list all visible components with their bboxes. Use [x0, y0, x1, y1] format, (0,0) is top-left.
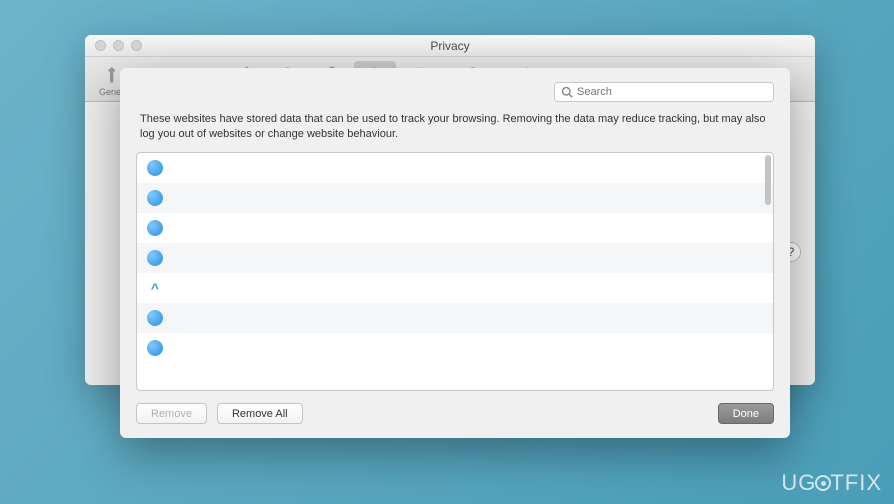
button-row: Remove Remove All Done [136, 403, 774, 424]
website-data-sheet: These websites have stored data that can… [120, 68, 790, 438]
globe-icon [147, 310, 163, 326]
globe-icon [147, 160, 163, 176]
globe-icon [147, 250, 163, 266]
website-data-list[interactable]: ^ [136, 152, 774, 391]
globe-icon [147, 190, 163, 206]
scrollbar-thumb[interactable] [765, 155, 771, 205]
list-item[interactable]: ^ [137, 273, 773, 303]
search-row [136, 82, 774, 102]
minimize-button[interactable] [113, 40, 124, 51]
list-item[interactable] [137, 213, 773, 243]
list-item[interactable] [137, 303, 773, 333]
globe-icon [147, 220, 163, 236]
search-icon [561, 86, 573, 98]
zoom-button[interactable] [131, 40, 142, 51]
titlebar: Privacy [85, 35, 815, 57]
globe-icon [147, 340, 163, 356]
list-item[interactable] [137, 243, 773, 273]
list-item[interactable] [137, 333, 773, 363]
close-button[interactable] [95, 40, 106, 51]
window-title: Privacy [85, 39, 815, 53]
search-field[interactable] [554, 82, 774, 102]
sheet-description: These websites have stored data that can… [136, 112, 774, 142]
remove-all-button[interactable]: Remove All [217, 403, 303, 424]
remove-button: Remove [136, 403, 207, 424]
search-input[interactable] [577, 86, 767, 98]
watermark: UGTFIX [781, 470, 882, 496]
list-item[interactable] [137, 153, 773, 183]
chevron-up-icon: ^ [147, 280, 163, 296]
done-button[interactable]: Done [718, 403, 774, 424]
traffic-lights [85, 40, 142, 51]
list-item[interactable] [137, 183, 773, 213]
